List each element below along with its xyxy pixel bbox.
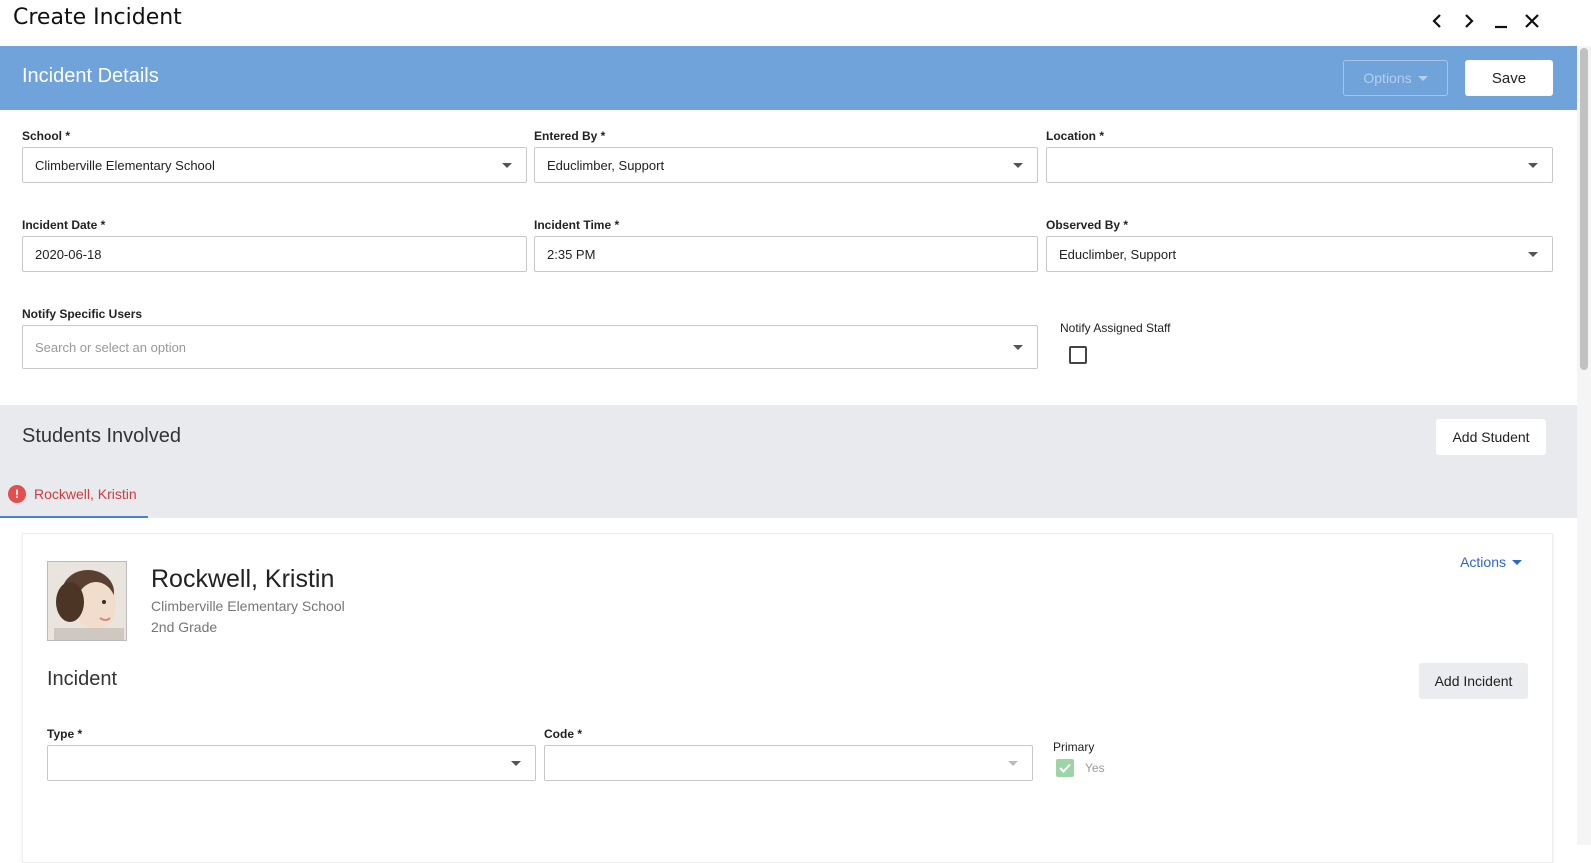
code-select[interactable]: [544, 745, 1033, 781]
incident-date-value: 2020-06-18: [35, 246, 102, 262]
chevron-down-icon: [1013, 345, 1023, 350]
location-label: Location *: [1046, 129, 1105, 143]
notify-staff-checkbox[interactable]: [1069, 346, 1087, 364]
incident-time-label: Incident Time *: [534, 218, 620, 232]
scrollbar-thumb[interactable]: [1580, 48, 1588, 370]
options-button[interactable]: Options: [1343, 60, 1448, 96]
student-name: Rockwell, Kristin: [151, 565, 335, 593]
type-label: Type *: [47, 727, 83, 741]
primary-value: Yes: [1085, 761, 1105, 775]
check-icon: [1059, 763, 1071, 773]
actions-label: Actions: [1460, 554, 1506, 570]
code-label: Code *: [544, 727, 583, 741]
actions-menu[interactable]: Actions: [1460, 554, 1522, 570]
prev-icon[interactable]: [1426, 10, 1448, 32]
notify-users-label: Notify Specific Users: [22, 307, 143, 321]
primary-checkbox[interactable]: [1056, 759, 1074, 777]
school-label: School *: [22, 129, 71, 143]
observed-by-select[interactable]: Educlimber, Support: [1046, 236, 1553, 272]
next-icon[interactable]: [1458, 10, 1480, 32]
primary-label: Primary: [1053, 740, 1095, 754]
observed-by-value: Educlimber, Support: [1059, 246, 1177, 262]
incident-time-input[interactable]: 2:35 PM: [534, 236, 1038, 272]
students-involved-section: Students Involved Add Student ! Rockwell…: [0, 405, 1577, 518]
chevron-down-icon: [1528, 163, 1538, 168]
tab-student-rockwell[interactable]: ! Rockwell, Kristin: [0, 472, 148, 518]
incident-date-input[interactable]: 2020-06-18: [22, 236, 527, 272]
chevron-down-icon: [1013, 163, 1023, 168]
notify-users-select[interactable]: Search or select an option: [22, 325, 1038, 369]
student-card: Rockwell, Kristin Climberville Elementar…: [22, 533, 1553, 863]
incident-time-value: 2:35 PM: [547, 246, 596, 262]
notify-users-placeholder: Search or select an option: [35, 339, 187, 355]
entered-by-value: Educlimber, Support: [547, 157, 665, 173]
chevron-down-icon: [1008, 761, 1018, 766]
error-icon: !: [8, 485, 26, 503]
type-select[interactable]: [47, 745, 536, 781]
chevron-down-icon: [1417, 75, 1428, 81]
tab-student-label: Rockwell, Kristin: [34, 486, 137, 502]
incident-details-header: Incident Details Options Save: [0, 46, 1577, 110]
scrollbar[interactable]: [1577, 46, 1591, 845]
chevron-down-icon: [502, 163, 512, 168]
chevron-down-icon: [511, 761, 521, 766]
student-school: Climberville Elementary School: [151, 598, 345, 614]
school-value: Climberville Elementary School: [35, 157, 215, 173]
window-title: Create Incident: [13, 5, 182, 30]
avatar: [47, 561, 127, 641]
location-select[interactable]: [1046, 147, 1553, 183]
options-label: Options: [1363, 70, 1412, 86]
chevron-down-icon: [1512, 559, 1522, 565]
add-incident-button[interactable]: Add Incident: [1419, 663, 1528, 699]
students-title: Students Involved: [22, 425, 181, 447]
entered-by-select[interactable]: Educlimber, Support: [534, 147, 1038, 183]
notify-staff-label: Notify Assigned Staff: [1060, 321, 1171, 335]
window-titlebar: Create Incident: [0, 0, 1591, 46]
minimize-icon[interactable]: [1490, 10, 1512, 32]
incident-date-label: Incident Date *: [22, 218, 106, 232]
header-title: Incident Details: [22, 65, 159, 87]
entered-by-label: Entered By *: [534, 129, 606, 143]
student-grade: 2nd Grade: [151, 619, 218, 635]
save-button[interactable]: Save: [1465, 60, 1553, 96]
add-student-button[interactable]: Add Student: [1436, 419, 1546, 455]
observed-by-label: Observed By *: [1046, 218, 1129, 232]
incident-title: Incident: [47, 668, 118, 690]
school-select[interactable]: Climberville Elementary School: [22, 147, 527, 183]
close-icon[interactable]: [1521, 10, 1543, 32]
chevron-down-icon: [1528, 252, 1538, 257]
